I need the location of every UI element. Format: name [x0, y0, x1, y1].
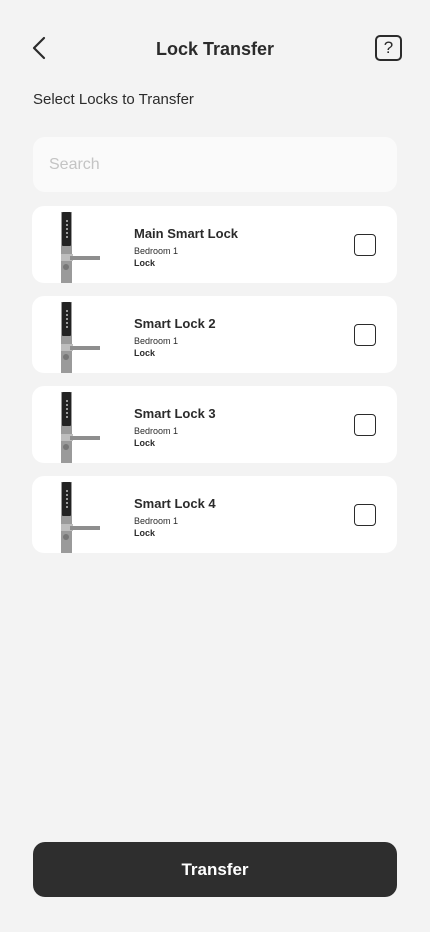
- lock-name: Smart Lock 3: [134, 406, 216, 421]
- lock-name: Smart Lock 2: [134, 316, 216, 331]
- door-lock-icon: [61, 212, 100, 283]
- help-button[interactable]: ?: [375, 35, 402, 61]
- lock-type: Lock: [134, 258, 156, 268]
- door-lock-icon: [61, 302, 100, 373]
- section-subtitle: Select Locks to Transfer: [33, 91, 194, 108]
- lock-room: Bedroom 1: [134, 426, 179, 436]
- search-input[interactable]: [33, 137, 397, 192]
- lock-type: Lock: [134, 438, 156, 448]
- lock-type: Lock: [134, 348, 156, 358]
- select-checkbox[interactable]: [354, 324, 376, 346]
- page-title: Lock Transfer: [155, 39, 275, 59]
- lock-card-smart-lock-4[interactable]: Smart Lock 4 Bedroom 1 Lock: [32, 476, 397, 553]
- transfer-button[interactable]: Transfer: [33, 842, 397, 897]
- lock-name: Smart Lock 4: [134, 496, 216, 511]
- question-mark-icon: ?: [383, 38, 394, 57]
- header: Lock Transfer ?: [0, 28, 430, 70]
- lock-room: Bedroom 1: [134, 246, 179, 256]
- lock-room: Bedroom 1: [134, 516, 179, 526]
- lock-card-smart-lock-3[interactable]: Smart Lock 3 Bedroom 1 Lock: [32, 386, 397, 463]
- lock-card-main-smart-lock[interactable]: Main Smart Lock Bedroom 1 Lock: [32, 206, 397, 283]
- door-lock-icon: [61, 482, 100, 553]
- select-checkbox[interactable]: [354, 414, 376, 436]
- select-checkbox[interactable]: [354, 234, 376, 256]
- lock-type: Lock: [134, 528, 156, 538]
- lock-room: Bedroom 1: [134, 336, 179, 346]
- door-lock-icon: [61, 392, 100, 463]
- lock-list: Main Smart Lock Bedroom 1 Lock Smart Loc…: [32, 206, 397, 566]
- select-checkbox[interactable]: [354, 504, 376, 526]
- lock-card-smart-lock-2[interactable]: Smart Lock 2 Bedroom 1 Lock: [32, 296, 397, 373]
- lock-transfer-screen: Lock Transfer ? Select Locks to Transfer…: [0, 0, 430, 932]
- lock-name: Main Smart Lock: [134, 226, 239, 241]
